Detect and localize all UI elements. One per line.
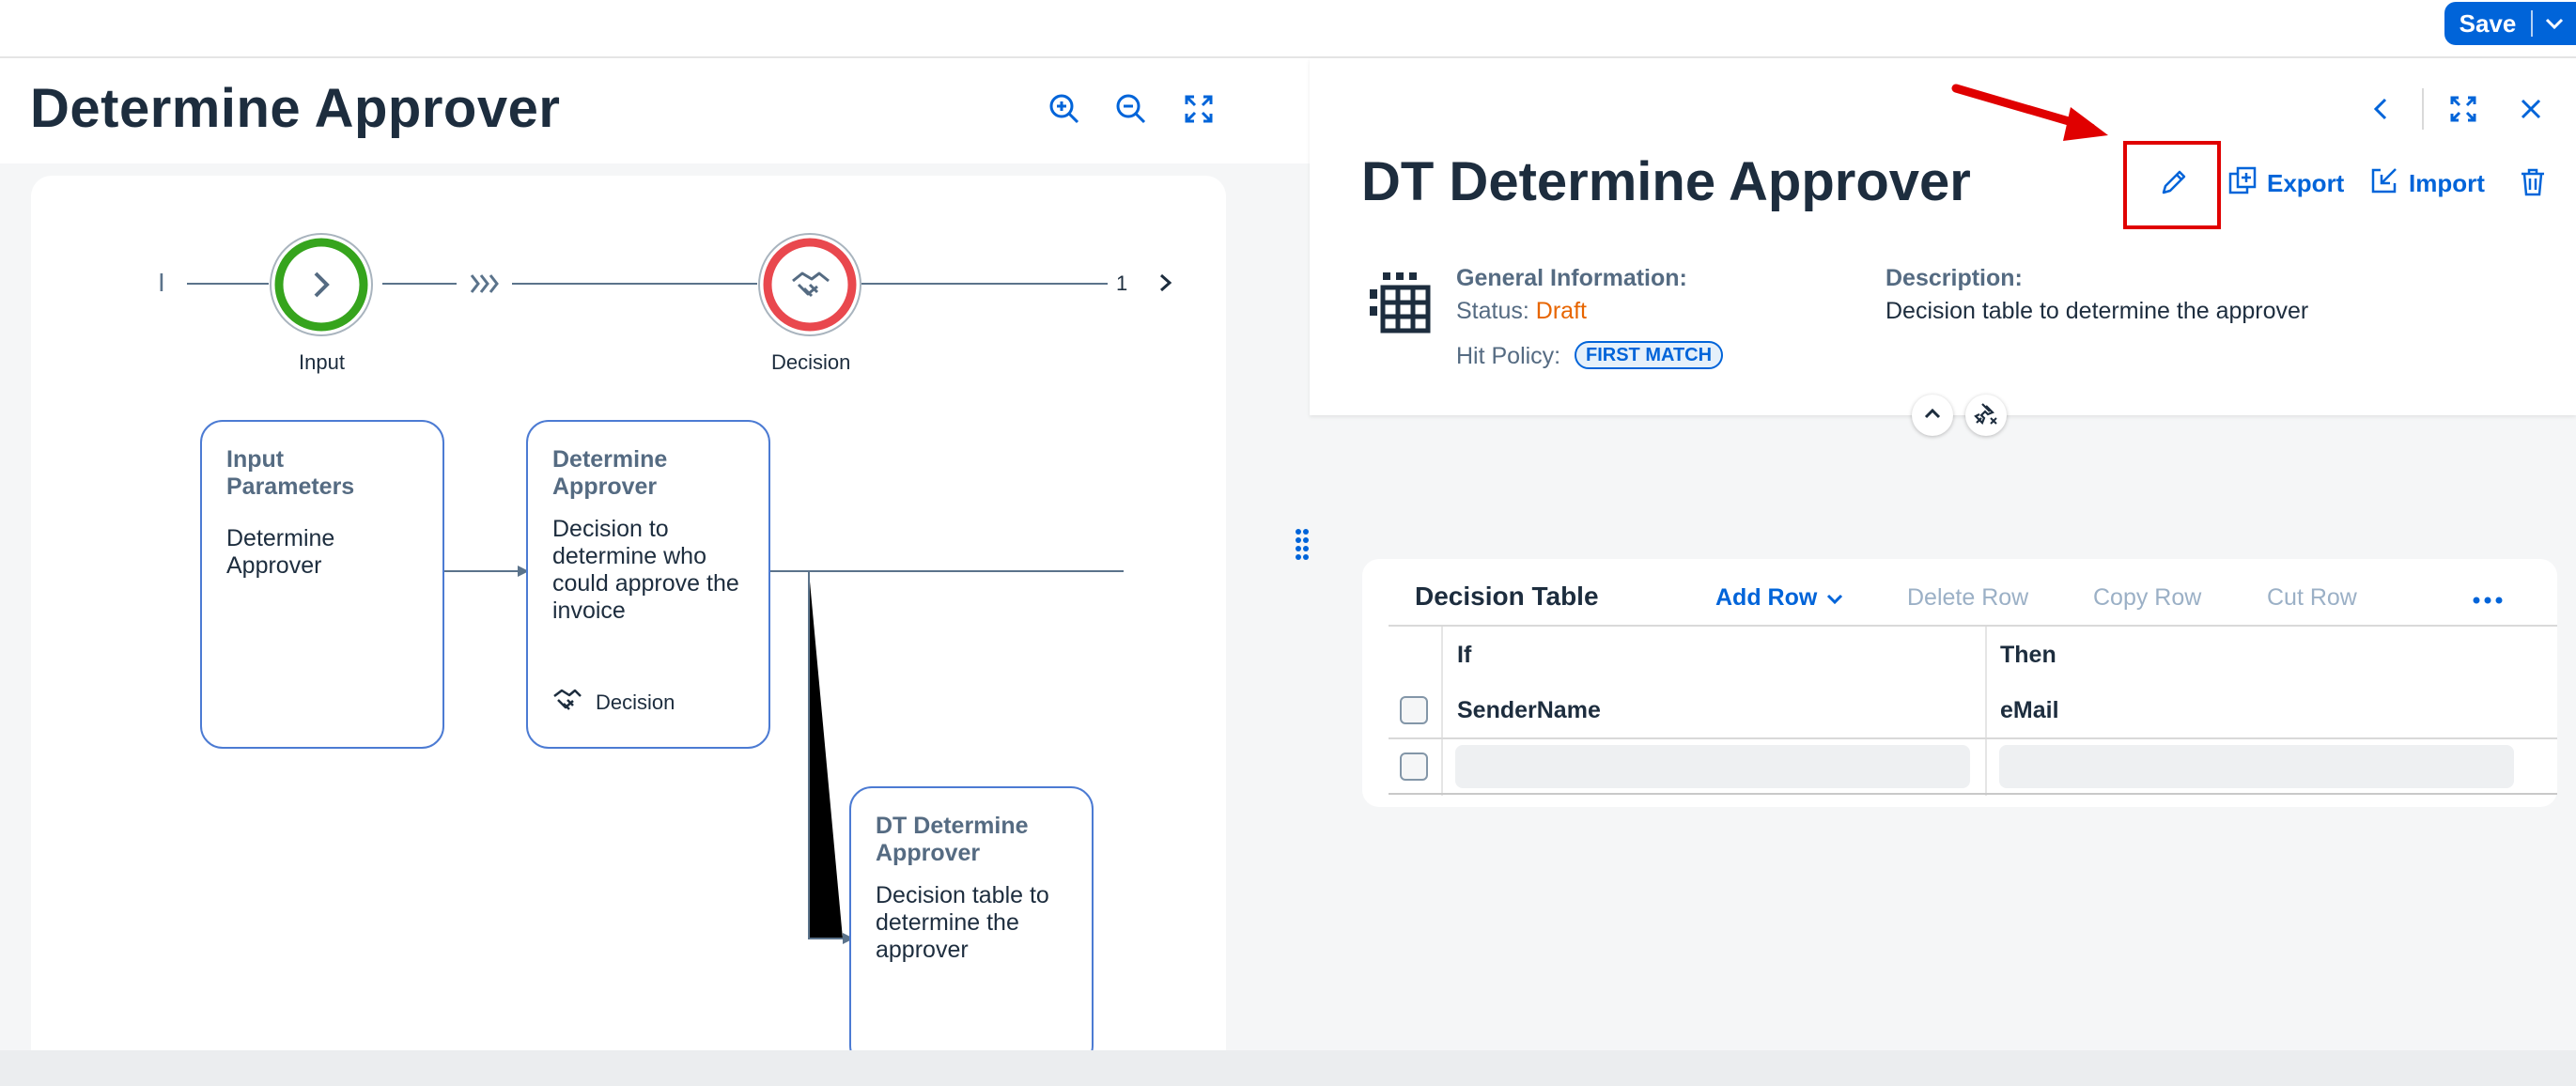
delete-icon[interactable] (2512, 162, 2553, 203)
decision-table-icon (1368, 269, 1434, 339)
zoom-in-icon[interactable] (1044, 88, 1085, 130)
decision-node[interactable] (757, 232, 862, 337)
sendername-cell-input[interactable] (1455, 745, 1970, 788)
save-split-button[interactable]: Save (2444, 2, 2576, 45)
row-select-checkbox[interactable] (1400, 752, 1428, 781)
card-body: Decision to determine who could approve … (552, 516, 739, 624)
flow-page-count: 1 (1116, 272, 1128, 295)
table-top-border (1389, 625, 2557, 627)
select-all-checkbox[interactable] (1400, 696, 1428, 724)
export-button[interactable]: Export (2227, 165, 2344, 202)
export-icon (2227, 165, 2258, 202)
card-footer: Decision (552, 687, 675, 719)
then-section-header: Then (2000, 642, 2056, 668)
chevron-left-icon[interactable] (2360, 88, 2401, 130)
flow-start-marker: I (158, 268, 165, 297)
email-cell-input[interactable] (1999, 745, 2514, 788)
chevron-up-icon (1923, 407, 1942, 425)
chevron-down-icon (1826, 584, 1843, 612)
handshake-icon (552, 687, 582, 719)
close-icon[interactable] (2510, 88, 2552, 130)
hit-policy-badge: FIRST MATCH (1575, 341, 1724, 369)
dt-determine-approver-card[interactable]: DT Determine Approver Decision table to … (849, 786, 1094, 1050)
input-parameters-card[interactable]: Input Parameters Determine Approver (200, 420, 444, 749)
card-footer-label: Decision (596, 690, 675, 714)
table-column-divider (1985, 627, 1987, 796)
fit-to-screen-icon[interactable] (1178, 88, 1219, 130)
header-divider (2422, 88, 2424, 130)
decision-node-label: Decision (771, 350, 851, 374)
hit-policy-label: Hit Policy: (1456, 343, 1561, 369)
cut-row-button[interactable]: Cut Row (2267, 584, 2357, 612)
if-section-header: If (1457, 642, 1472, 668)
chevrons-right-icon (469, 270, 501, 303)
fullscreen-icon[interactable] (2443, 88, 2484, 130)
panel-splitter-handle[interactable] (1293, 526, 1311, 564)
pin-header-button[interactable] (1965, 395, 2007, 436)
save-button[interactable]: Save (2444, 9, 2531, 39)
table-bottom-border (1389, 793, 2557, 795)
table-header-border (1389, 737, 2557, 739)
status-field: Status: Draft (1456, 298, 1587, 325)
card-title: Determine Approver (552, 446, 668, 500)
description-value: Decision table to determine the approver (1885, 298, 2309, 324)
import-button[interactable]: Import (2369, 165, 2485, 202)
collapse-header-button[interactable] (1912, 395, 1953, 436)
chevron-right-icon[interactable] (1158, 272, 1173, 298)
chevron-down-icon[interactable] (2533, 17, 2576, 30)
top-bar: Save (0, 0, 2576, 58)
card-title: Input Parameters (226, 446, 355, 500)
import-label: Import (2409, 169, 2485, 197)
general-information-label: General Information: (1456, 265, 1687, 291)
add-row-button[interactable]: Add Row (1715, 584, 1843, 612)
status-value: Draft (1535, 298, 1587, 324)
input-node-label: Input (299, 350, 345, 374)
decision-table-card: Decision Table Add Row Delete Row Copy R… (1362, 559, 2557, 807)
description-label: Description: (1885, 265, 2023, 291)
left-panel-header: Determine Approver (0, 58, 1280, 163)
card-body: Decision table to determine the approver (876, 882, 1049, 963)
decision-table-title: DT Determine Approver (1361, 151, 1971, 212)
bottom-scrollbar-area (0, 1050, 2576, 1086)
table-column-divider (1441, 627, 1443, 796)
more-options-icon[interactable] (2473, 593, 2503, 610)
annotation-arrow (1951, 84, 2108, 141)
flow-canvas[interactable]: I Input Decision 1 Input Parameters Dete… (31, 176, 1226, 1050)
input-node[interactable] (269, 232, 374, 337)
export-label: Export (2267, 169, 2345, 197)
unpin-icon (1974, 401, 1998, 430)
decision-table-heading: Decision Table (1415, 582, 1599, 611)
card-body: Determine Approver (226, 525, 335, 579)
delete-row-button[interactable]: Delete Row (1907, 584, 2028, 612)
zoom-out-icon[interactable] (1110, 88, 1152, 130)
column-header-email[interactable]: eMail (2000, 697, 2059, 724)
status-label: Status: (1456, 298, 1529, 324)
add-row-label: Add Row (1715, 584, 1818, 611)
copy-row-button[interactable]: Copy Row (2093, 584, 2201, 612)
card-title: DT Determine Approver (876, 813, 1029, 866)
page-title: Determine Approver (30, 78, 561, 139)
import-icon (2369, 165, 2399, 202)
column-header-sendername[interactable]: SenderName (1457, 697, 1601, 724)
determine-approver-card[interactable]: Determine Approver Decision to determine… (526, 420, 770, 749)
edit-icon[interactable] (2153, 162, 2195, 203)
